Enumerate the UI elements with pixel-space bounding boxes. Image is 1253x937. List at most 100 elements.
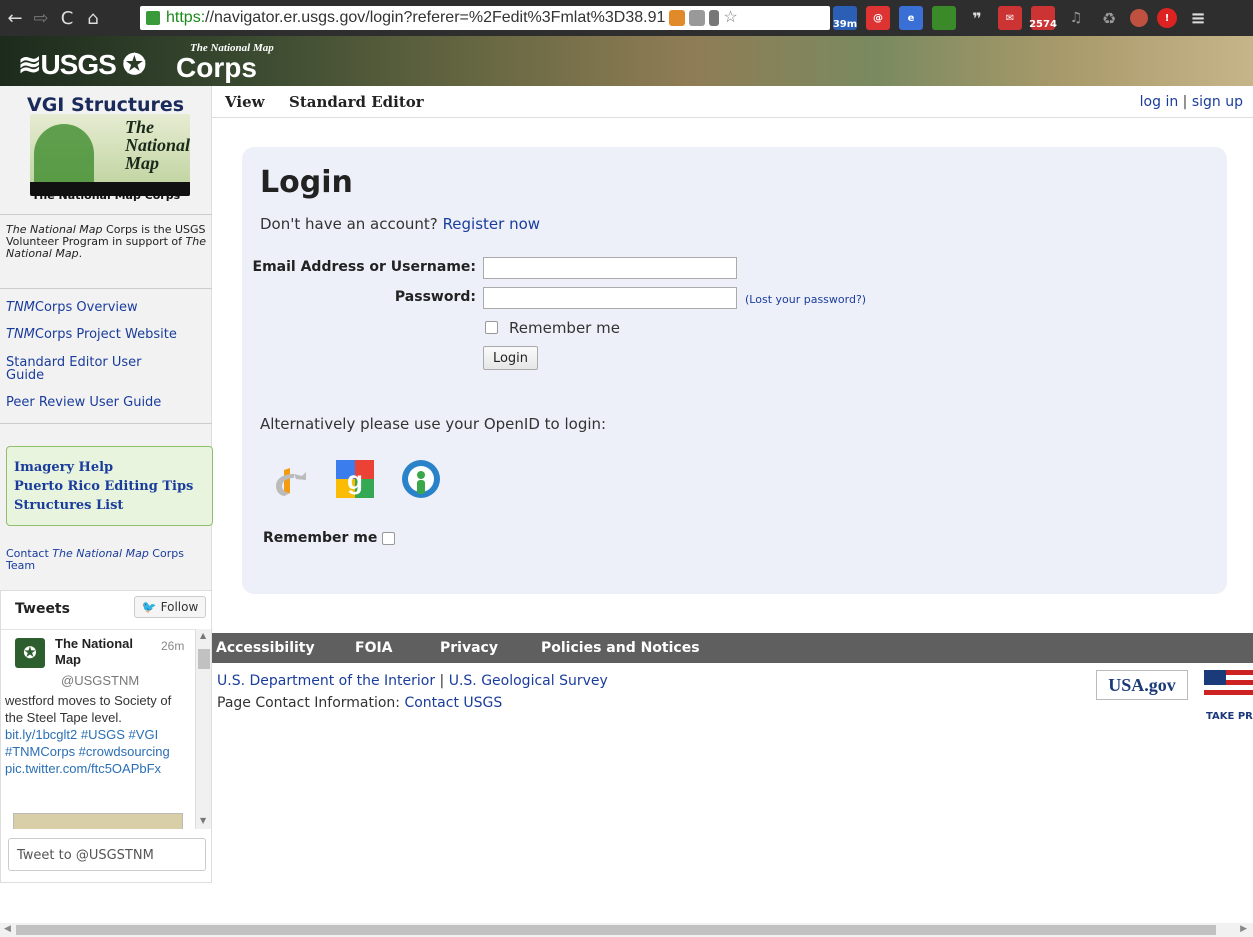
extension-icon[interactable] (669, 10, 686, 26)
tweet-text: westford moves to Society of the Steel T… (5, 692, 191, 777)
tweet-handle[interactable]: @USGSTNM (61, 673, 139, 688)
key-icon[interactable] (709, 10, 720, 26)
doi-link[interactable]: U.S. Department of the Interior (217, 673, 435, 689)
login-panel: Login Don't have an account? Register no… (242, 147, 1227, 594)
auth-separator: | (1178, 94, 1192, 110)
logo-word-2: National (125, 135, 190, 155)
shield-icon[interactable] (689, 10, 706, 26)
logo-caption: The National Map Corps (31, 189, 181, 202)
star-icon[interactable]: ☆ (723, 10, 739, 26)
address-bar[interactable]: https: //navigator.er.usgs.gov/login?ref… (140, 6, 830, 30)
divider (0, 214, 212, 215)
usagov-logo[interactable]: USA.gov (1096, 670, 1188, 700)
back-icon[interactable]: ← (4, 7, 26, 29)
lost-password-link[interactable]: (Lost your password?) (745, 293, 866, 306)
password-field[interactable] (483, 287, 737, 309)
structures-list-link[interactable]: Structures List (14, 498, 123, 513)
ie-icon[interactable]: e (899, 6, 923, 30)
sidebar-link-overview[interactable]: TNMCorps Overview (6, 301, 138, 314)
url-text: //navigator.er.usgs.gov/login?referer=%2… (205, 9, 666, 26)
scroll-thumb[interactable] (198, 649, 210, 669)
footer-separator: | (435, 673, 449, 689)
contact-usgs-link[interactable]: Contact USGS (404, 695, 502, 711)
openid-remember-label: Remember me (263, 530, 378, 546)
login-button[interactable]: Login (483, 346, 538, 370)
usgs-logo[interactable]: ≋USGS ✪ (18, 48, 146, 81)
foia-link[interactable]: FOIA (355, 640, 393, 656)
flag-canton (1204, 670, 1226, 685)
gmail-badge: 2574 (1029, 19, 1057, 30)
scroll-up-icon[interactable]: ▲ (200, 631, 206, 640)
scroll-left-icon[interactable]: ◀ (4, 924, 11, 934)
follow-label: Follow (160, 600, 199, 614)
extensions-bar: 39m @ e ❞ ✉ 2574 ♫ ♻ ! ≡ (833, 6, 1210, 30)
green-icon[interactable] (932, 6, 956, 30)
remember-me-checkbox[interactable] (485, 321, 498, 334)
puerto-rico-tips-link[interactable]: Puerto Rico Editing Tips (14, 479, 193, 494)
tweet-scrollbar[interactable]: ▲ ▼ (195, 629, 211, 829)
openid-remember-checkbox[interactable] (382, 532, 395, 545)
recycle-icon[interactable]: ♻ (1097, 6, 1121, 30)
scroll-thumb[interactable] (16, 925, 1216, 935)
gmail-icon[interactable]: 2574 (1029, 6, 1057, 30)
reload-icon[interactable]: C (56, 7, 78, 29)
signup-link[interactable]: sign up (1192, 94, 1243, 110)
email-label: Email Address or Username: (252, 259, 476, 275)
privacy-link[interactable]: Privacy (440, 640, 498, 656)
svg-text:g: g (347, 465, 363, 495)
sidebar-link-project-website[interactable]: TNMCorps Project Website (6, 328, 177, 341)
tweets-header: Tweets (15, 601, 70, 617)
follow-button[interactable]: 🐦 Follow (134, 596, 206, 618)
tweet-image[interactable] (13, 813, 183, 829)
home-icon[interactable]: ⌂ (82, 7, 104, 29)
page-title: Login (260, 165, 353, 200)
horizontal-scrollbar[interactable]: ◀ ▶ (0, 923, 1253, 937)
calendar-icon[interactable]: 39m (833, 6, 857, 30)
tab-view[interactable]: View (225, 93, 265, 111)
link-italic: TNM (6, 327, 35, 342)
link-text: Corps Overview (34, 300, 138, 315)
contact-prefix: Page Contact Information: (217, 695, 405, 711)
tnm-logo-text: The National Map (125, 118, 190, 172)
site-banner: ≋USGS ✪ The National Map Corps (0, 36, 1253, 86)
forward-icon[interactable]: ⇨ (30, 7, 52, 29)
at-icon[interactable]: @ (866, 6, 890, 30)
tnm-logo[interactable]: The National Map (30, 114, 190, 196)
link-text: Peer Review User Guide (6, 395, 162, 410)
tweet-timestamp[interactable]: 26m (161, 639, 184, 653)
alert-icon[interactable]: ! (1157, 8, 1177, 28)
link-italic: TNM (6, 300, 35, 315)
sidebar-intro: The National Map Corps is the USGS Volun… (6, 224, 206, 260)
google-icon[interactable]: g (334, 458, 376, 500)
email-field[interactable] (483, 257, 737, 279)
scroll-down-icon[interactable]: ▼ (200, 816, 206, 825)
tweet-links[interactable]: bit.ly/1bcglt2 #USGS #VGI #TNMCorps #cro… (5, 727, 170, 776)
tweet-author-name[interactable]: The National Map (55, 636, 145, 668)
menu-icon[interactable]: ≡ (1186, 6, 1210, 30)
register-link[interactable]: Register now (443, 215, 540, 233)
sidebar-link-peer-review-guide[interactable]: Peer Review User Guide (6, 396, 161, 409)
circle-icon[interactable] (1130, 9, 1148, 27)
take-pride-logo[interactable]: TAKE PRIDE IN AMERICA (1200, 668, 1253, 738)
no-account-label: Don't have an account? (260, 215, 438, 233)
openid-icon[interactable] (272, 458, 314, 500)
quote-icon[interactable]: ❞ (965, 6, 989, 30)
login-link[interactable]: log in (1140, 94, 1179, 110)
contact-team-link[interactable]: Contact The National Map Corps Team (6, 548, 211, 572)
sidebar-link-editor-guide[interactable]: Standard Editor User Guide (6, 356, 176, 382)
scroll-right-icon[interactable]: ▶ (1240, 924, 1247, 934)
imagery-help-link[interactable]: Imagery Help (14, 460, 113, 475)
music-icon[interactable]: ♫ (1064, 6, 1088, 30)
twitter-bird-icon: 🐦 (141, 600, 157, 614)
myopenid-icon[interactable] (400, 458, 442, 500)
link-text: Standard Editor User Guide (6, 355, 142, 383)
mail-icon[interactable]: ✉ (998, 6, 1022, 30)
accessibility-link[interactable]: Accessibility (216, 640, 315, 656)
policies-link[interactable]: Policies and Notices (541, 640, 700, 656)
tab-standard-editor[interactable]: Standard Editor (289, 93, 424, 111)
avatar[interactable]: ✪ (15, 638, 45, 668)
tweet-list[interactable]: ✪ The National Map 26m @USGSTNM westford… (1, 629, 213, 829)
tweet-to-button[interactable]: Tweet to @USGSTNM (8, 838, 206, 871)
usgs-link[interactable]: U.S. Geological Survey (449, 673, 608, 689)
intro-end: . (78, 247, 83, 260)
